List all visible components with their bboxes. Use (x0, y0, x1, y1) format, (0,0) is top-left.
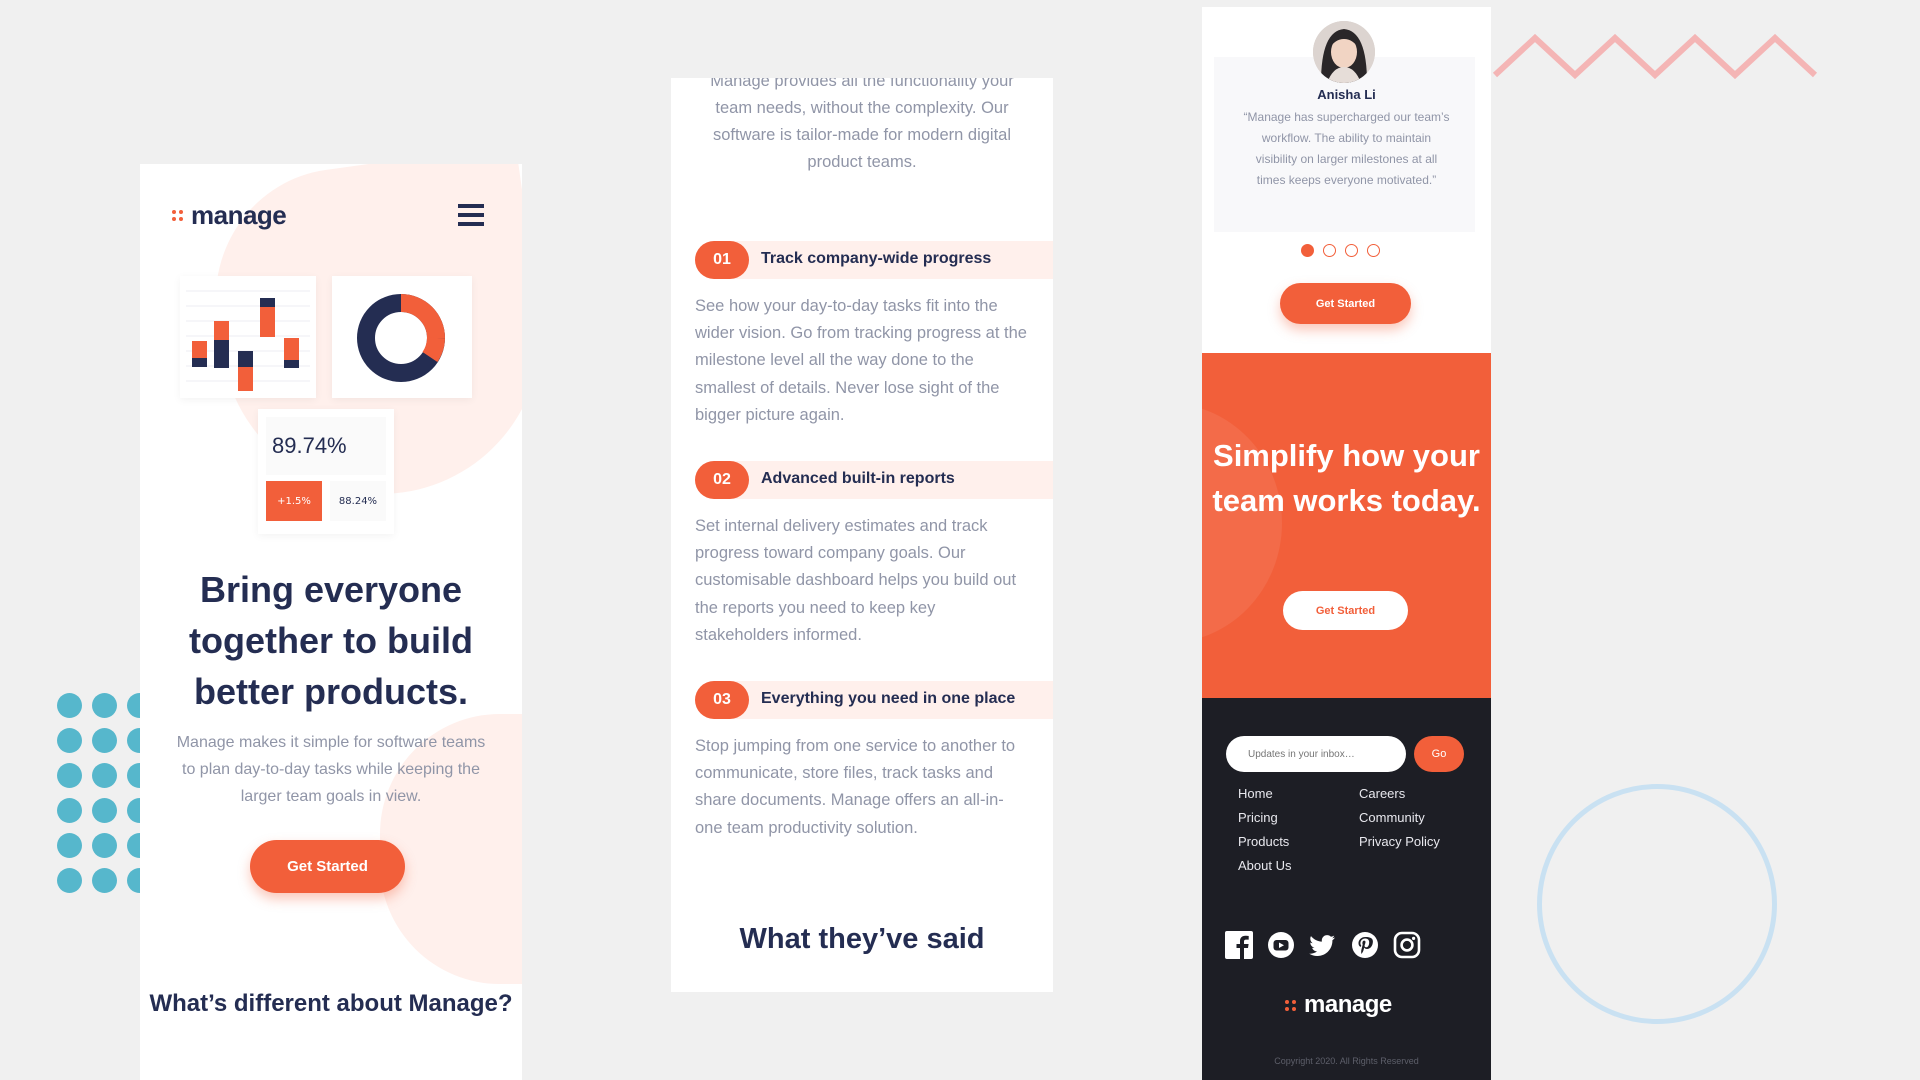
feature-title: Advanced built-in reports (761, 470, 955, 487)
footer-link-products[interactable]: Products (1238, 834, 1289, 849)
copyright-text: Copyright 2020. All Rights Reserved (1274, 1056, 1419, 1066)
pagination-dot-2[interactable] (1323, 244, 1336, 257)
feature-description: Set internal delivery estimates and trac… (695, 517, 1017, 644)
footer-link-home[interactable]: Home (1238, 786, 1273, 801)
feature-number-badge: 01 (695, 241, 749, 279)
decorative-dot-grid (57, 693, 145, 903)
feature-title: Track company-wide progress (761, 250, 992, 267)
logo-text: manage (191, 200, 287, 230)
get-started-button[interactable]: Get Started (250, 840, 405, 893)
site-footer: Go Home Pricing Products About Us Career… (1202, 698, 1491, 1080)
decorative-zigzag (1493, 33, 1818, 80)
feature-number-badge: 02 (695, 461, 749, 499)
hamburger-menu-icon[interactable] (458, 204, 484, 226)
pagination-dot-3[interactable] (1345, 244, 1358, 257)
whats-different-title: What’s different about Manage? (149, 990, 513, 1017)
twitter-icon[interactable] (1308, 930, 1338, 960)
footer-logo-text: manage (1304, 991, 1392, 1018)
feature-description: See how your day-to-day tasks fit into t… (695, 297, 1027, 424)
decorative-ring (1537, 784, 1777, 1024)
pinterest-icon[interactable] (1350, 930, 1380, 960)
footer-link-pricing[interactable]: Pricing (1238, 810, 1278, 825)
newsletter-go-button[interactable]: Go (1414, 736, 1464, 772)
testimonial-quote: “Manage has supercharged our team’s work… (1243, 110, 1450, 187)
footer-link-community[interactable]: Community (1359, 810, 1425, 825)
instagram-icon[interactable] (1392, 930, 1422, 960)
testimonials-get-started-button[interactable]: Get Started (1280, 283, 1411, 324)
feature-number-badge: 03 (695, 681, 749, 719)
stat-change-chip: +1.5% (266, 481, 322, 521)
whats-different-intro: Manage provides all the functionality yo… (710, 78, 1014, 171)
pagination-dot-1[interactable] (1301, 244, 1314, 257)
cta-get-started-button[interactable]: Get Started (1283, 591, 1408, 630)
feature-heading-2: 02 Advanced built-in reports (695, 461, 1053, 499)
logo-mark-icon (172, 210, 183, 221)
feature-description: Stop jumping from one service to another… (695, 737, 1016, 837)
mobile-footer-panel: Anisha Li “Manage has supercharged our t… (1202, 7, 1491, 1080)
bar-chart-illustration (186, 290, 310, 391)
pagination-dot-4[interactable] (1367, 244, 1380, 257)
testimonial-avatar (1313, 21, 1375, 83)
stat-value: 89.74% (272, 433, 347, 458)
stat-secondary-chip: 88.24% (330, 481, 386, 521)
logo-mark-icon (1285, 999, 1296, 1011)
footer-link-careers[interactable]: Careers (1359, 786, 1405, 801)
mobile-hero-panel: manage 89.74% +1.5% 88.24% Bring everyon… (140, 164, 522, 1080)
illustration-stat-card: 89.74% +1.5% 88.24% (258, 409, 394, 534)
facebook-icon[interactable] (1224, 930, 1254, 960)
newsletter-email-input[interactable] (1226, 736, 1406, 772)
footer-link-about-us[interactable]: About Us (1238, 858, 1291, 873)
feature-title: Everything you need in one place (761, 690, 1016, 707)
testimonials-title: What they’ve said (739, 923, 985, 955)
hero-description: Manage makes it simple for software team… (176, 734, 486, 805)
cta-banner: Simplify how your team works today. Get … (1202, 353, 1491, 698)
feature-heading-1: 01 Track company-wide progress (695, 241, 1053, 279)
youtube-icon[interactable] (1266, 930, 1296, 960)
footer-logo[interactable]: manage (1285, 991, 1392, 1019)
testimonial-name: Anisha Li (1317, 87, 1376, 102)
mobile-features-panel: Manage provides all the functionality yo… (671, 78, 1053, 992)
testimonial-pagination (1301, 244, 1380, 257)
donut-chart-illustration (357, 294, 445, 382)
feature-heading-3: 03 Everything you need in one place (695, 681, 1053, 719)
hero-title: Bring everyone together to build better … (189, 569, 473, 712)
illustration-bar-chart-card (180, 276, 316, 398)
cta-title: Simplify how your team works today. (1212, 438, 1481, 518)
footer-link-privacy-policy[interactable]: Privacy Policy (1359, 834, 1440, 849)
site-logo[interactable]: manage (172, 200, 287, 231)
illustration-donut-chart-card (332, 276, 472, 398)
